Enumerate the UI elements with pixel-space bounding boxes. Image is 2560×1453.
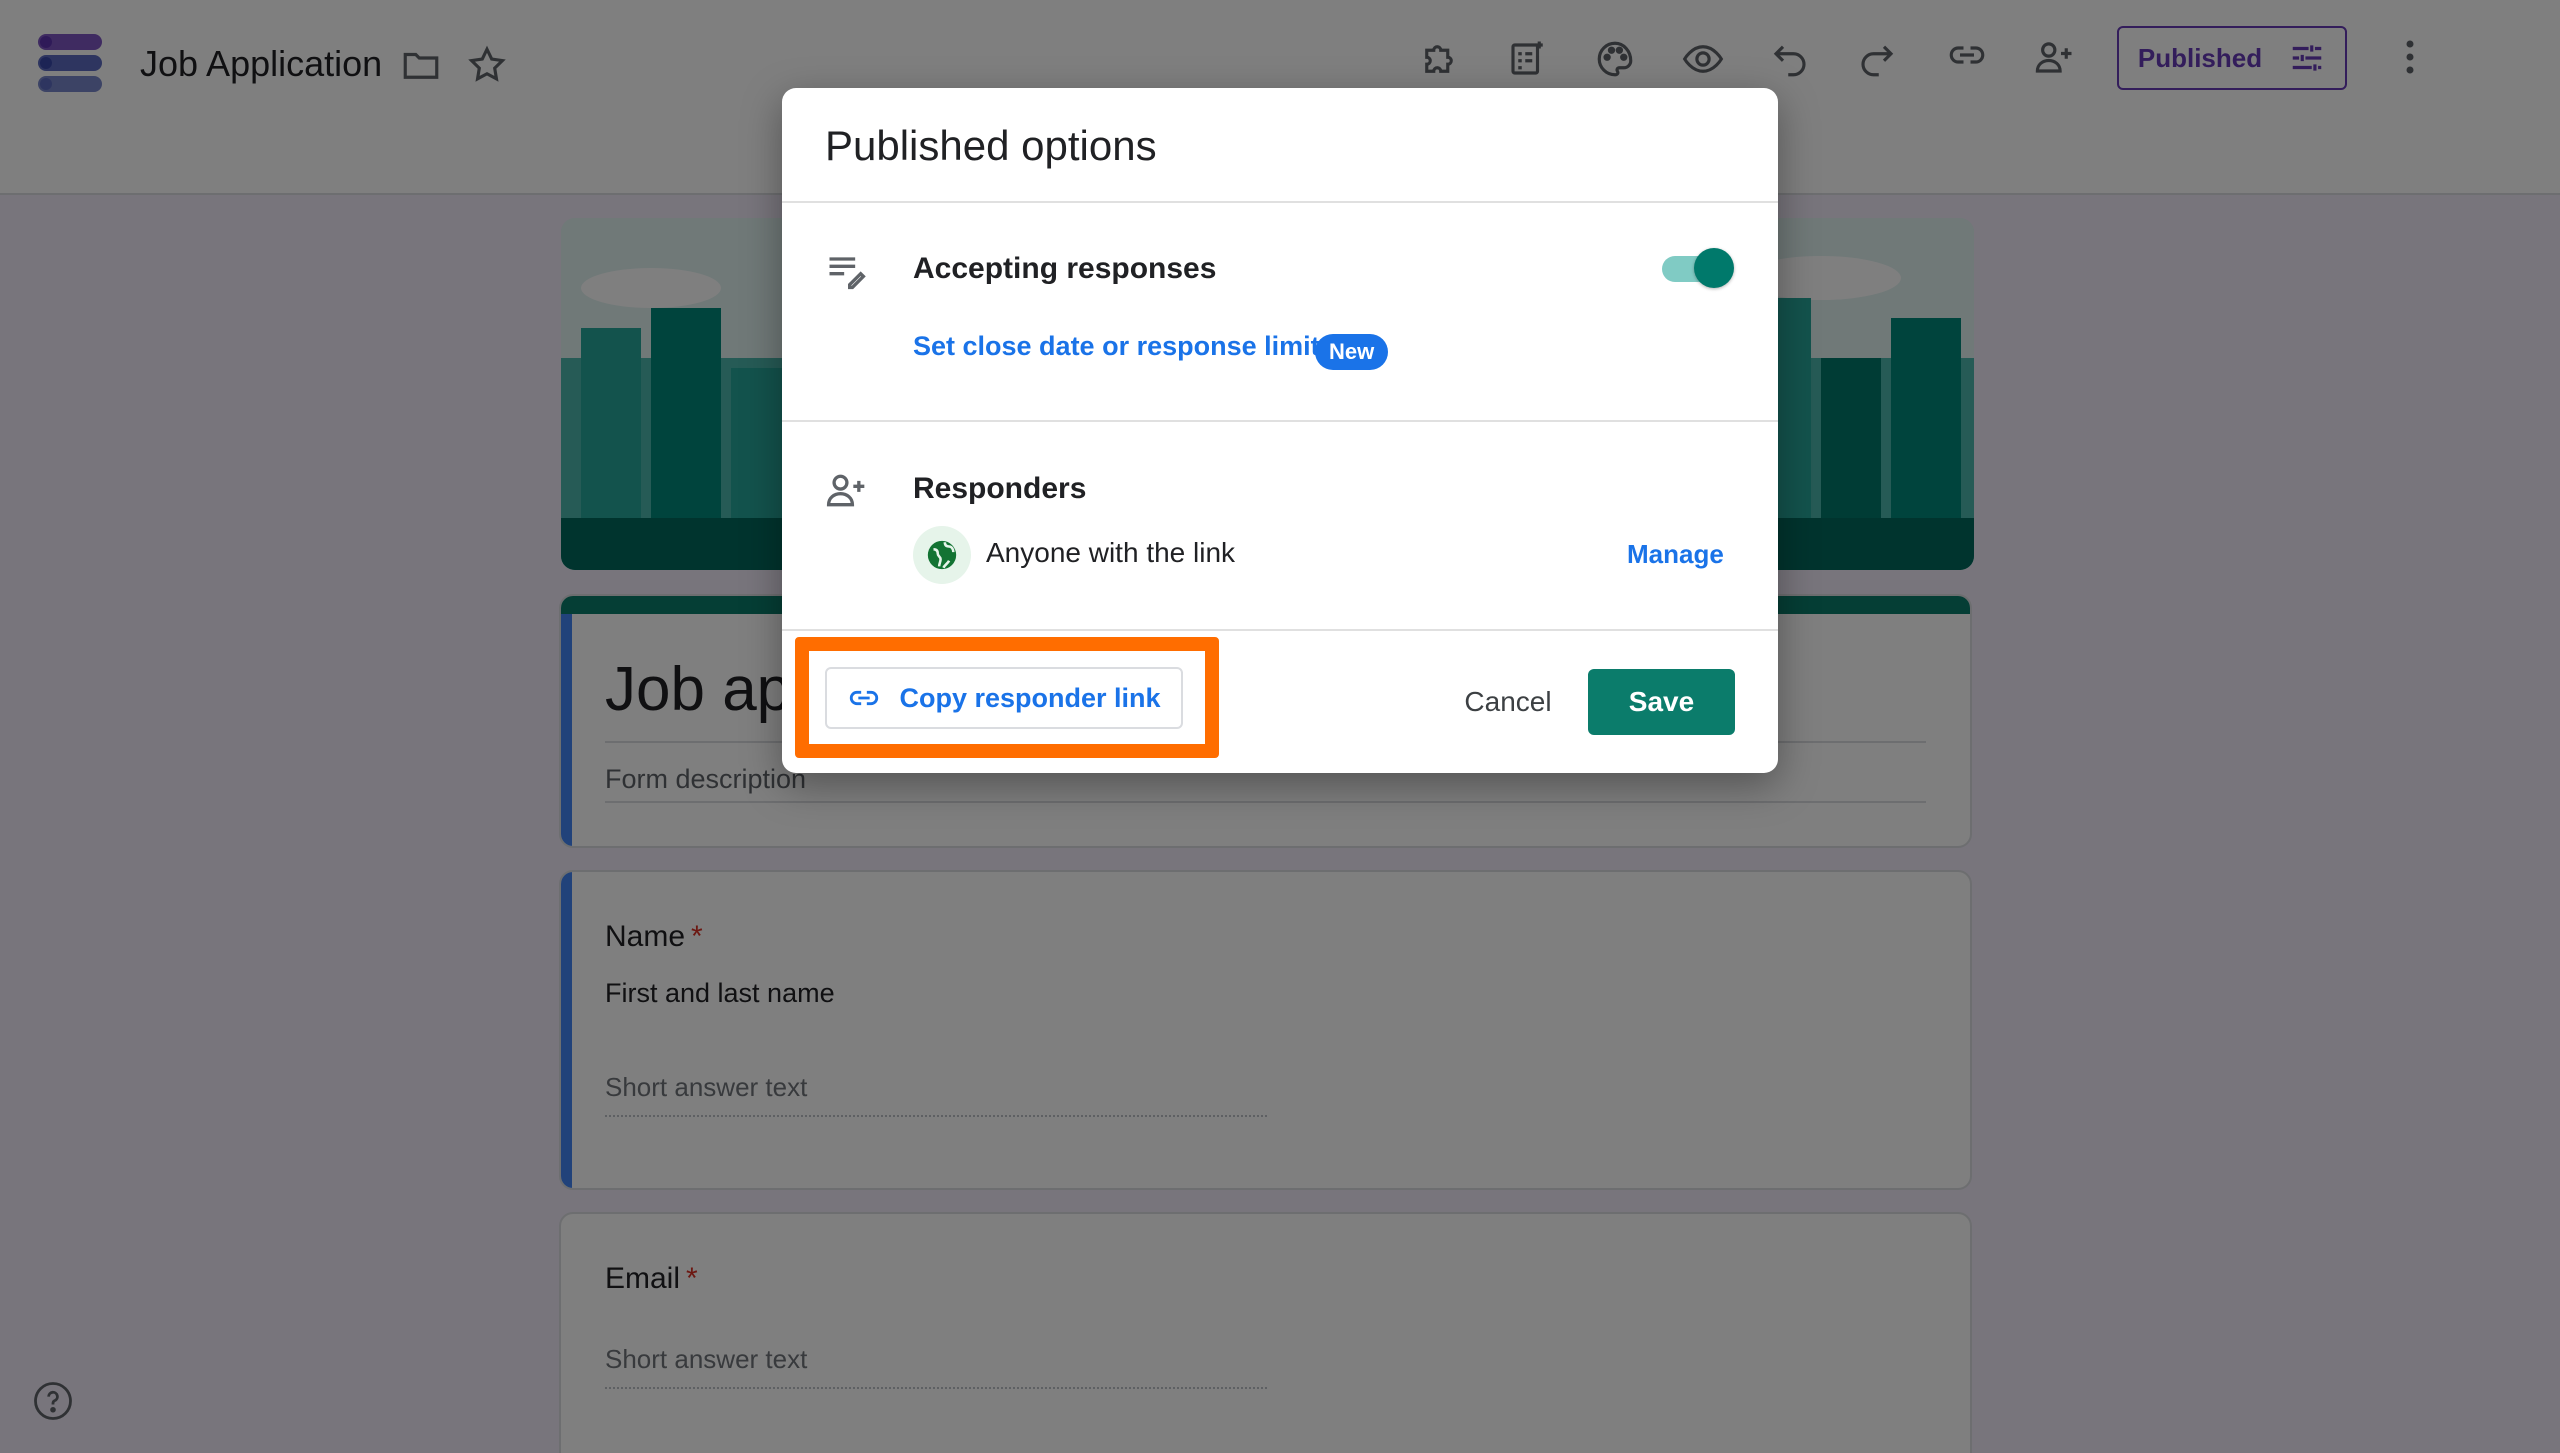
accepting-responses-toggle[interactable] [1662,248,1734,288]
accepting-responses-label: Accepting responses [913,252,1217,285]
save-button[interactable]: Save [1588,669,1735,735]
copy-responder-link-button[interactable]: Copy responder link [825,667,1183,729]
person-add-icon [826,474,865,507]
list-edit-icon [829,257,866,290]
dialog-title: Published options [825,122,1157,169]
close-date-limit-link[interactable]: Set close date or response limit [913,331,1320,362]
globe-icon [927,540,957,570]
link-icon [850,690,879,706]
dialog-divider [782,420,1778,422]
toggle-knob [1694,248,1734,288]
cancel-button[interactable]: Cancel [1440,670,1576,734]
responders-label: Responders [913,472,1087,505]
copy-responder-link-label: Copy responder link [899,682,1161,713]
globe-icon-wrap [913,526,971,584]
dialog-divider [782,629,1778,631]
dialog-divider [782,201,1778,203]
new-badge: New [1315,334,1389,370]
link-access-text: Anyone with the link [986,537,1236,568]
manage-link[interactable]: Manage [1627,539,1724,570]
